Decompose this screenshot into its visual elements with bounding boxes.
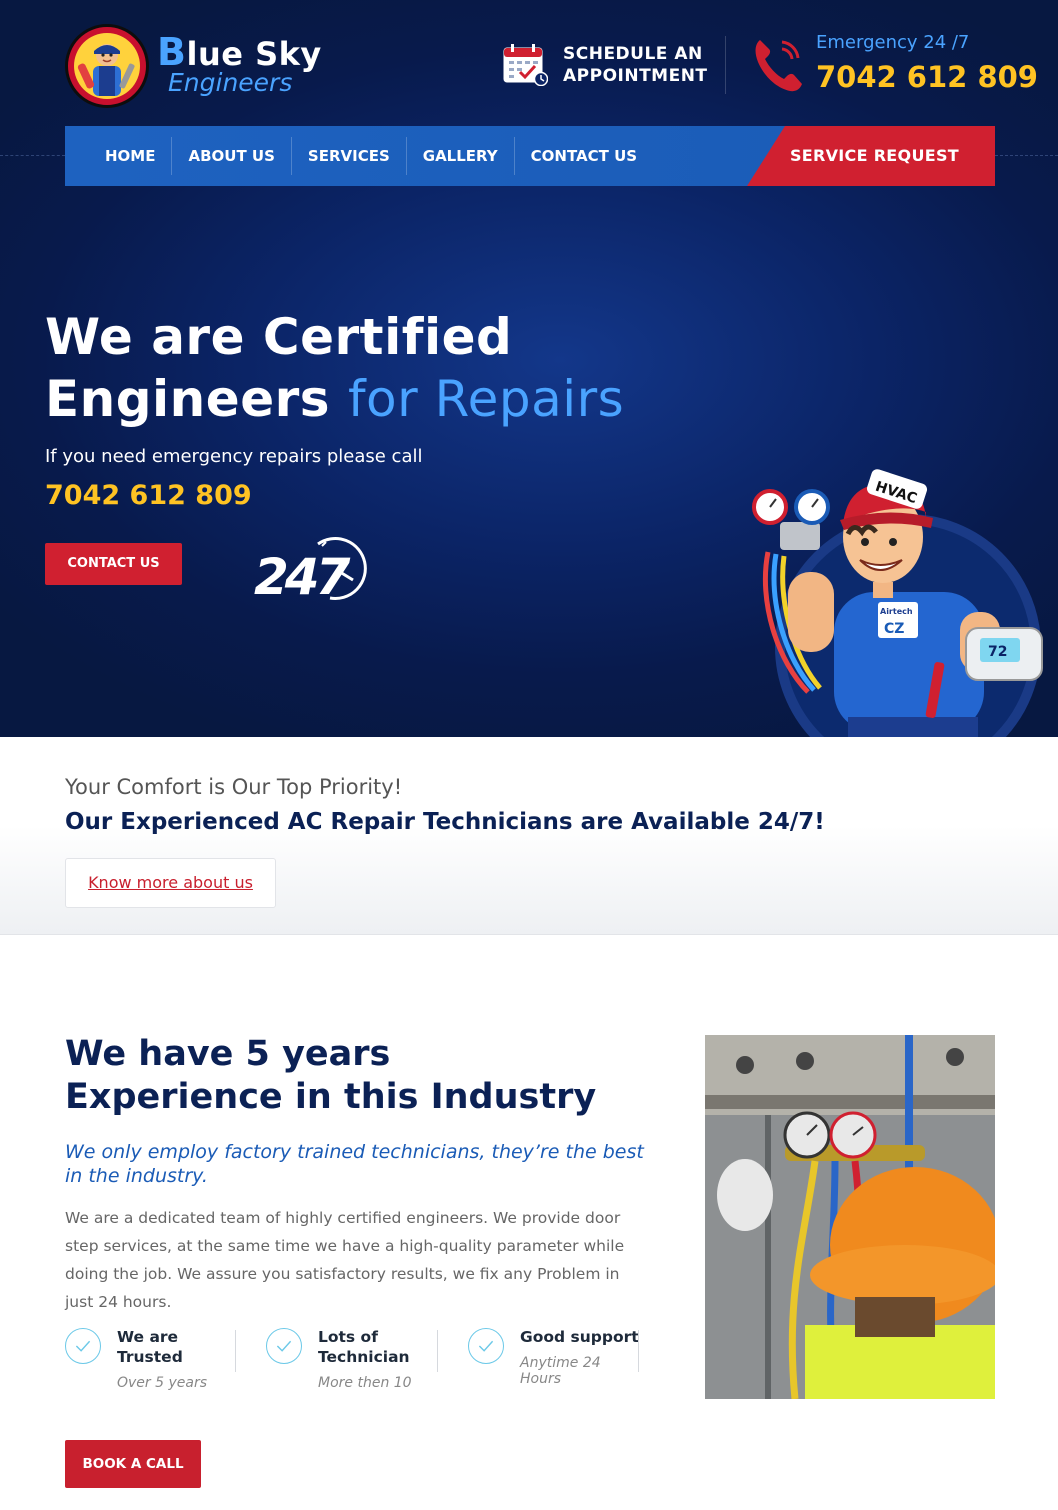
- divider: [995, 155, 1058, 156]
- nav-item-gallery[interactable]: GALLERY: [407, 137, 515, 175]
- divider: [235, 1330, 236, 1372]
- hero-section: Blue Sky Engineers SCHEDULE AN APPOINTME…: [0, 0, 1058, 737]
- divider: [0, 155, 65, 156]
- service-request-button[interactable]: SERVICE REQUEST: [790, 126, 959, 186]
- nav-item-services[interactable]: SERVICES: [292, 137, 407, 175]
- experience-title-line-2: Experience in this Industry: [65, 1077, 597, 1117]
- hvac-mascot-illustration: HVAC Airtech CZ 72: [752, 469, 1043, 737]
- calendar-check-icon[interactable]: [502, 42, 548, 86]
- feature-sub: More then 10: [318, 1375, 412, 1391]
- feature-title: We are Trusted: [117, 1328, 183, 1366]
- nav-list: HOME ABOUT US SERVICES GALLERY CONTACT U…: [89, 126, 653, 186]
- check-circle-icon: [65, 1328, 101, 1364]
- check-circle-icon: [266, 1328, 302, 1364]
- technician-photo: [705, 1035, 995, 1399]
- emergency-label: Emergency 24 /7: [816, 32, 970, 53]
- phone-icon[interactable]: [752, 34, 804, 94]
- schedule-appointment-link[interactable]: SCHEDULE AN APPOINTMENT: [563, 43, 708, 87]
- hero-title-bold: Engineers: [45, 370, 331, 428]
- book-a-call-button[interactable]: BOOK A CALL: [65, 1440, 201, 1488]
- hero-phone-number[interactable]: 7042 612 809: [45, 480, 252, 511]
- hero-title-accent: for Repairs: [347, 370, 625, 428]
- mascot-shirt-logo: CZ: [884, 621, 904, 637]
- feature-support: Good support Anytime 24 Hours: [468, 1325, 640, 1397]
- mascot-shirt-brand: Airtech: [880, 607, 913, 616]
- check-circle-icon: [468, 1328, 504, 1364]
- page: Blue Sky Engineers SCHEDULE AN APPOINTME…: [0, 0, 1058, 1510]
- technician-logo[interactable]: [65, 24, 149, 108]
- know-more-link[interactable]: Know more about us: [65, 858, 276, 908]
- main-nav: HOME ABOUT US SERVICES GALLERY CONTACT U…: [65, 126, 995, 186]
- brand-subtitle: Engineers: [168, 68, 293, 97]
- clock-24-icon: 247: [254, 536, 367, 606]
- experience-title-line-1: We have 5 years: [65, 1034, 391, 1074]
- feature-technician: Lots of Technician More then 10: [266, 1325, 436, 1397]
- feature-sub: Anytime 24 Hours: [520, 1355, 601, 1387]
- experience-tagline: We only employ factory trained technicia…: [65, 1141, 644, 1187]
- thermostat-value: 72: [988, 644, 1007, 660]
- feature-title: Good support: [520, 1328, 639, 1346]
- schedule-line-1: SCHEDULE AN: [563, 44, 703, 64]
- hero-title-line-1: We are Certified: [45, 308, 513, 366]
- feature-title: Lots of Technician: [318, 1328, 410, 1366]
- divider: [638, 1330, 639, 1372]
- logo-mascot: [74, 33, 140, 99]
- priority-subheadline: Our Experienced AC Repair Technicians ar…: [65, 809, 825, 835]
- nav-item-about-us[interactable]: ABOUT US: [172, 137, 292, 175]
- priority-section: Your Comfort is Our Top Priority! Our Ex…: [0, 737, 1058, 935]
- divider: [437, 1330, 438, 1372]
- feature-trusted: We are Trusted Over 5 years: [65, 1325, 225, 1397]
- experience-body: We are a dedicated team of highly certif…: [65, 1209, 625, 1311]
- nav-item-contact-us[interactable]: CONTACT US: [515, 137, 653, 175]
- emergency-phone-number[interactable]: 7042 612 809: [816, 60, 1038, 94]
- feature-sub: Over 5 years: [117, 1375, 208, 1391]
- hero-subtitle: If you need emergency repairs please cal…: [45, 446, 423, 467]
- nav-item-home[interactable]: HOME: [89, 137, 173, 175]
- contact-us-button[interactable]: CONTACT US: [45, 543, 182, 585]
- hero-title-line-2: Engineers for Repairs: [45, 370, 624, 428]
- schedule-line-2: APPOINTMENT: [563, 66, 708, 86]
- priority-headline: Your Comfort is Our Top Priority!: [65, 775, 403, 799]
- divider: [725, 36, 726, 94]
